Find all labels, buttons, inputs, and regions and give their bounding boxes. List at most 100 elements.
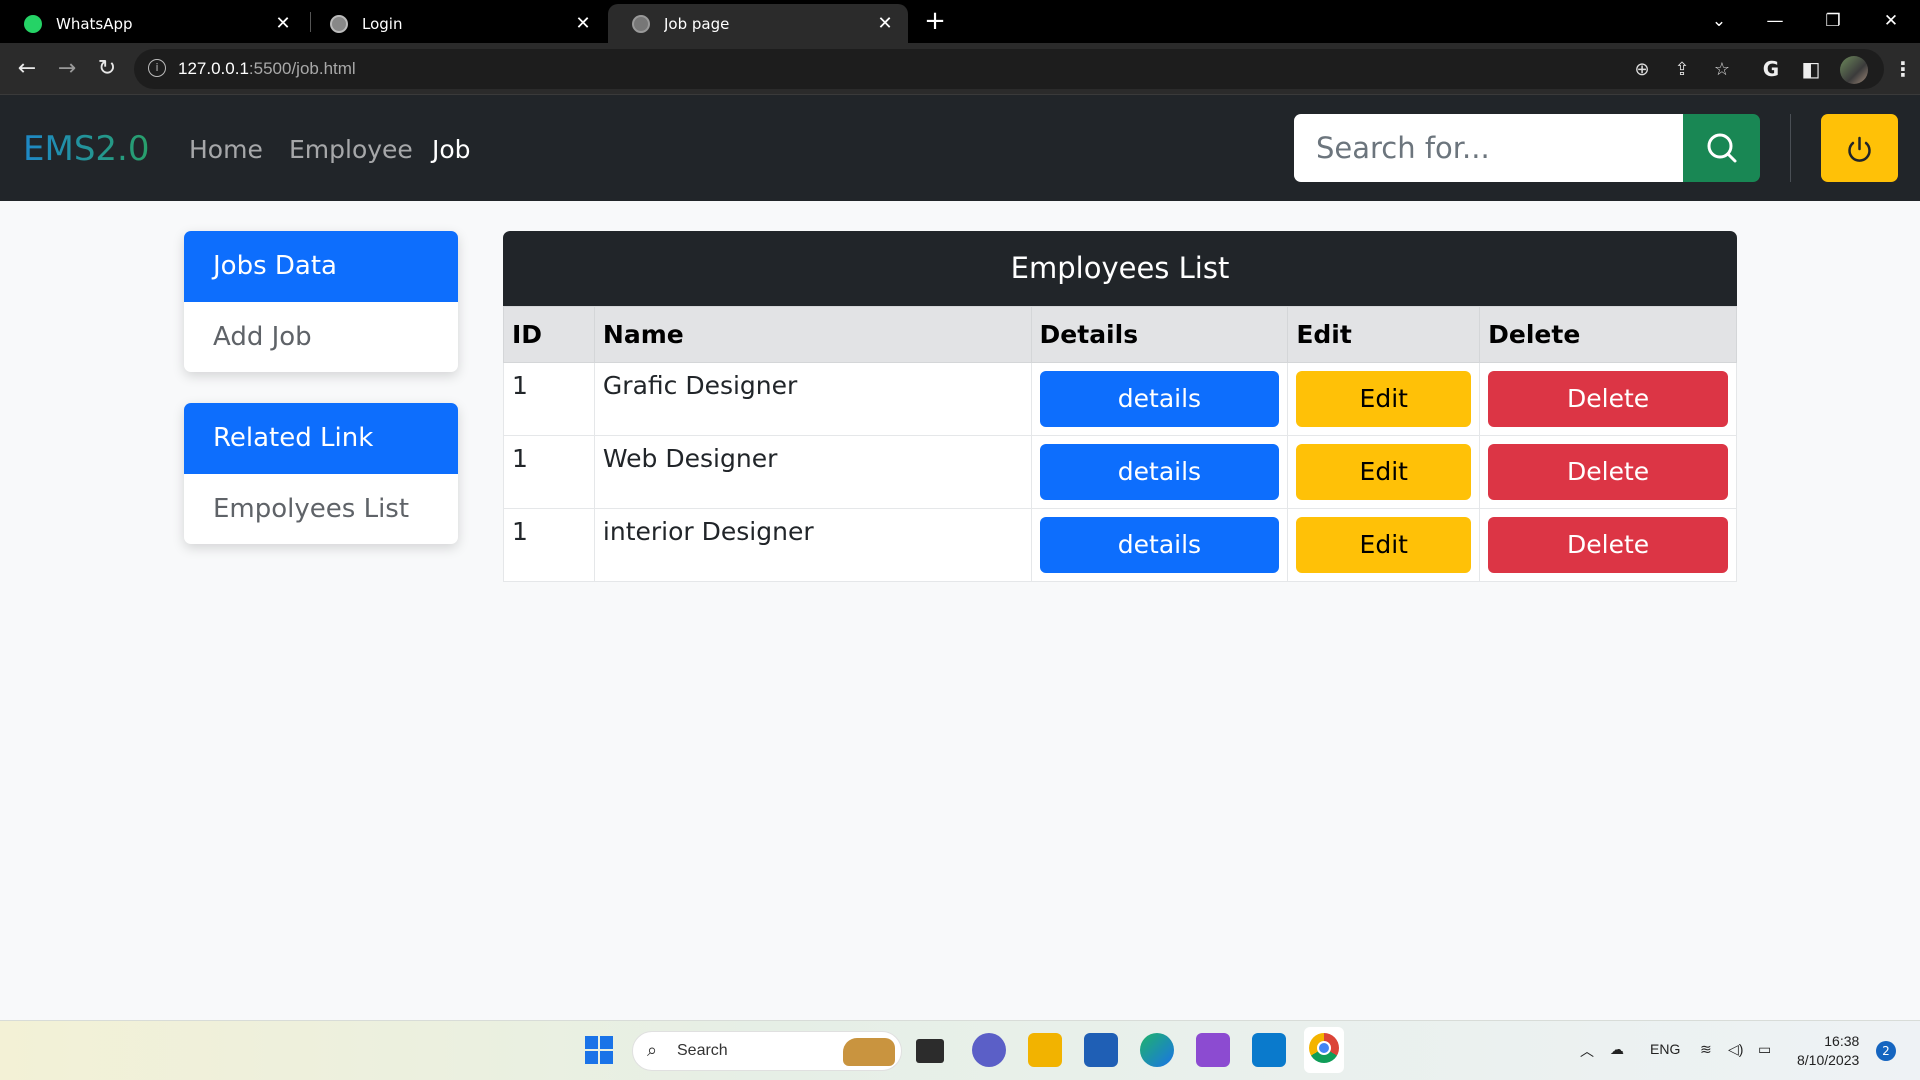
- logout-button[interactable]: [1821, 114, 1898, 182]
- column-header-name: Name: [593, 306, 1032, 363]
- bookmark-star-icon[interactable]: ☆: [1711, 59, 1733, 81]
- employees-table: ID Name Details Edit Delete 1 Grafic Des…: [503, 306, 1737, 582]
- column-header-details: Details: [1030, 306, 1289, 363]
- edit-button[interactable]: Edit: [1296, 371, 1472, 427]
- add-job-link[interactable]: Add Job: [184, 302, 458, 372]
- task-view-icon[interactable]: [916, 1039, 944, 1063]
- lion-illustration-icon: [843, 1038, 895, 1066]
- profile-avatar[interactable]: [1840, 56, 1868, 84]
- nav-link-home[interactable]: Home: [189, 135, 263, 164]
- cell-delete: Delete: [1479, 362, 1737, 436]
- table-title: Employees List: [503, 231, 1737, 306]
- zoom-icon[interactable]: ⊕: [1631, 59, 1653, 81]
- language-indicator[interactable]: ENG: [1650, 1041, 1680, 1057]
- table-header-row: ID Name Details Edit Delete: [503, 306, 1737, 363]
- globe-icon: [632, 14, 650, 33]
- tab-job-page[interactable]: Job page ✕: [608, 4, 908, 43]
- cell-id: 1: [503, 362, 595, 436]
- address-bar[interactable]: i 127.0.0.1:5500/job.html ⊕ ⇪ ☆: [134, 49, 1884, 89]
- jobs-data-header[interactable]: Jobs Data: [184, 231, 458, 302]
- jobs-data-card: Jobs Data Add Job: [184, 231, 458, 372]
- menu-icon[interactable]: ⋮: [1890, 56, 1916, 82]
- edit-button[interactable]: Edit: [1296, 517, 1472, 573]
- chevron-down-icon[interactable]: ⌄: [1704, 8, 1734, 34]
- edge-browser-icon[interactable]: [1140, 1033, 1174, 1067]
- employees-list-link[interactable]: Empolyees List: [184, 474, 458, 544]
- employees-table-panel: Employees List ID Name Details Edit Dele…: [503, 231, 1737, 582]
- related-link-card: Related Link Empolyees List: [184, 403, 458, 544]
- column-header-delete: Delete: [1479, 306, 1737, 363]
- cell-name: interior Designer: [593, 508, 1032, 582]
- taskbar-search[interactable]: ⌕ Search: [632, 1031, 902, 1071]
- cell-details: details: [1030, 362, 1289, 436]
- taskbar-search-label: Search: [677, 1042, 728, 1059]
- close-icon[interactable]: ✕: [274, 13, 292, 34]
- close-icon[interactable]: ✕: [876, 13, 894, 34]
- cell-name: Grafic Designer: [593, 362, 1032, 436]
- windows-start-icon[interactable]: [582, 1033, 616, 1067]
- clock-date: 8/10/2023: [1797, 1052, 1860, 1068]
- share-icon[interactable]: ⇪: [1671, 59, 1693, 81]
- table-row: 1 Web Designer details Edit Delete: [503, 435, 1737, 509]
- os-taskbar: ⌕ Search ︿ ☁ ENG ≋ ◁) ▭ 16:38 8/10/2023 …: [0, 1020, 1920, 1080]
- browser-tab-bar: WhatsApp ✕ Login ✕ Job page ✕ + ⌄ — ❐ ✕: [0, 0, 1920, 43]
- onedrive-cloud-icon[interactable]: ☁: [1610, 1041, 1624, 1058]
- teams-chat-icon[interactable]: [972, 1033, 1006, 1067]
- search-button[interactable]: [1683, 114, 1760, 182]
- details-button[interactable]: details: [1039, 371, 1280, 427]
- side-panel-icon[interactable]: ◧: [1798, 56, 1824, 82]
- microsoft-store-icon[interactable]: [1084, 1033, 1118, 1067]
- search-icon: ⌕: [647, 1040, 658, 1061]
- restore-icon[interactable]: ❐: [1818, 8, 1848, 34]
- url-text: 127.0.0.1:5500/job.html: [178, 59, 356, 79]
- tab-title: WhatsApp: [56, 14, 133, 33]
- visual-studio-icon[interactable]: [1196, 1033, 1230, 1067]
- reload-icon[interactable]: ↻: [94, 56, 120, 82]
- chrome-active-slot[interactable]: [1304, 1027, 1344, 1073]
- cell-id: 1: [503, 508, 595, 582]
- tab-login[interactable]: Login ✕: [306, 4, 606, 43]
- forward-icon[interactable]: →: [54, 56, 80, 82]
- file-explorer-icon[interactable]: [1028, 1033, 1062, 1067]
- details-button[interactable]: details: [1039, 444, 1280, 500]
- close-icon[interactable]: ✕: [574, 13, 592, 34]
- nav-link-employee[interactable]: Employee: [289, 135, 413, 164]
- app-navbar: EMS2.0 Home Employee Job: [0, 95, 1920, 201]
- search-icon: [1707, 133, 1737, 163]
- delete-button[interactable]: Delete: [1488, 371, 1728, 427]
- chrome-icon-center: [1317, 1041, 1331, 1055]
- power-icon: [1848, 136, 1871, 162]
- column-header-edit: Edit: [1287, 306, 1481, 363]
- back-icon[interactable]: ←: [14, 56, 40, 82]
- edit-button[interactable]: Edit: [1296, 444, 1472, 500]
- delete-button[interactable]: Delete: [1488, 444, 1728, 500]
- cell-delete: Delete: [1479, 508, 1737, 582]
- related-link-header[interactable]: Related Link: [184, 403, 458, 474]
- volume-icon[interactable]: ◁): [1728, 1041, 1743, 1058]
- nav-link-job[interactable]: Job: [432, 135, 471, 164]
- navbar-divider: [1790, 114, 1791, 182]
- google-icon[interactable]: G: [1758, 56, 1784, 82]
- chevron-up-icon[interactable]: ︿: [1580, 1041, 1594, 1061]
- cell-edit: Edit: [1287, 435, 1481, 509]
- wifi-icon[interactable]: ≋: [1700, 1041, 1712, 1058]
- tab-whatsapp[interactable]: WhatsApp ✕: [0, 4, 306, 43]
- tab-title: Job page: [664, 14, 730, 33]
- notification-badge[interactable]: 2: [1876, 1041, 1896, 1061]
- system-clock[interactable]: 16:38 8/10/2023: [1797, 1032, 1859, 1070]
- window-close-icon[interactable]: ✕: [1876, 8, 1906, 34]
- battery-icon[interactable]: ▭: [1758, 1041, 1771, 1058]
- info-icon[interactable]: i: [148, 59, 166, 77]
- cell-name: Web Designer: [593, 435, 1032, 509]
- cell-details: details: [1030, 508, 1289, 582]
- brand-logo[interactable]: EMS2.0: [23, 129, 149, 169]
- url-path: :5500/job.html: [248, 59, 356, 78]
- clock-time: 16:38: [1824, 1033, 1860, 1049]
- new-tab-button[interactable]: +: [920, 6, 950, 36]
- delete-button[interactable]: Delete: [1488, 517, 1728, 573]
- minimize-icon[interactable]: —: [1760, 8, 1790, 34]
- details-button[interactable]: details: [1039, 517, 1280, 573]
- vscode-icon[interactable]: [1252, 1033, 1286, 1067]
- search-input[interactable]: [1294, 114, 1684, 182]
- tab-title: Login: [362, 14, 403, 33]
